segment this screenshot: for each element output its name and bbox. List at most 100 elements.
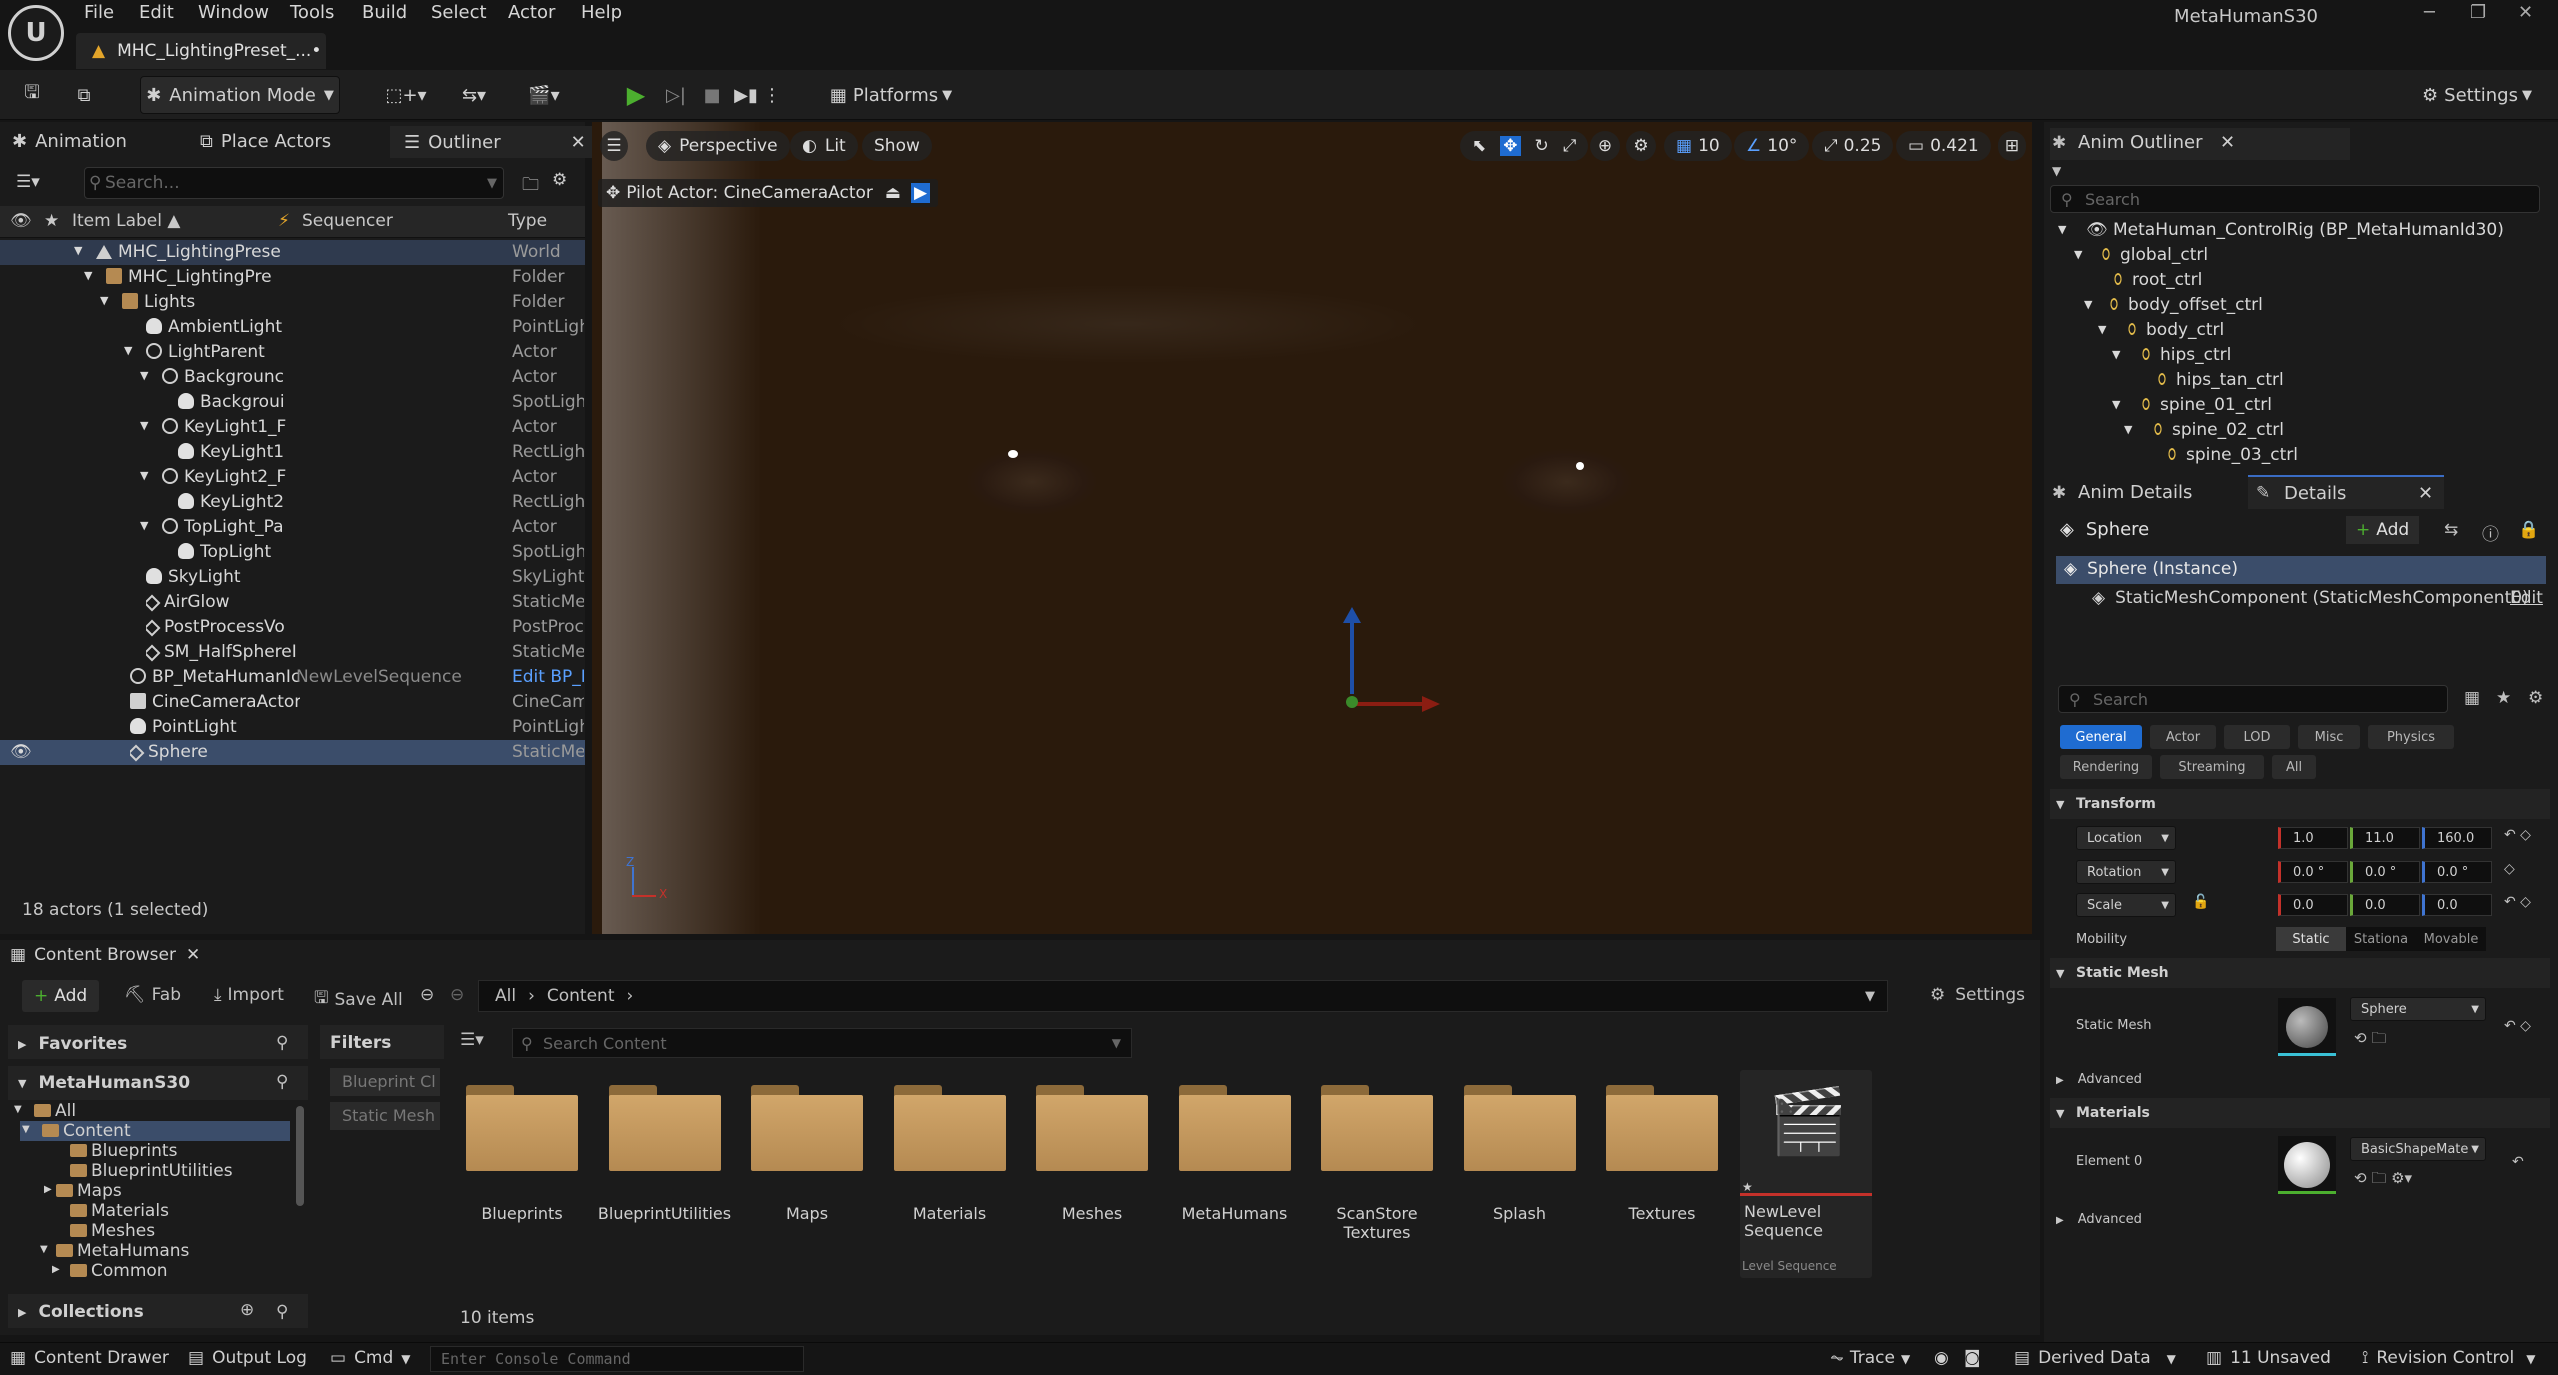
gizmo-z-axis[interactable]: [1350, 616, 1354, 694]
anim-outliner-row[interactable]: spine_01_ctrl: [2140, 395, 2272, 415]
asset-folder[interactable]: [1321, 1085, 1433, 1171]
outliner-row[interactable]: PostProcessVo PostProc: [0, 615, 585, 640]
static-mesh-section[interactable]: ▼ Static Mesh: [2050, 958, 2550, 988]
outliner-row[interactable]: ▼ MHC_LightingPrese World: [0, 240, 585, 265]
show-button[interactable]: Show: [862, 131, 932, 161]
edit-link[interactable]: Edit: [2510, 588, 2543, 608]
tab-outliner[interactable]: ☰ Outliner ✕: [390, 126, 600, 158]
expand-icon[interactable]: ▼: [100, 294, 108, 307]
menu-file[interactable]: File: [84, 2, 114, 23]
record-icon[interactable]: ◉: [1934, 1348, 1949, 1368]
transform-tools[interactable]: ⬉ ✥ ↻ ⤢: [1460, 131, 1589, 161]
anim-outliner-row[interactable]: spine_03_ctrl: [2166, 445, 2298, 465]
advanced-row-2[interactable]: ▶ Advanced: [2056, 1212, 2142, 1227]
cat-general[interactable]: General: [2060, 725, 2142, 749]
console-input[interactable]: Enter Console Command: [430, 1346, 804, 1372]
advanced-row[interactable]: ▶ Advanced: [2056, 1072, 2142, 1087]
add-content-icon[interactable]: ⬚+▾: [378, 76, 434, 114]
blueprint-icon[interactable]: ⇆: [2444, 520, 2458, 540]
gear-icon[interactable]: ⚙: [2528, 688, 2543, 708]
anim-outliner-row[interactable]: spine_02_ctrl: [2152, 420, 2284, 440]
lock-icon[interactable]: 🔓: [2192, 894, 2209, 910]
derived-data-dropdown[interactable]: ▤ Derived Data ▼: [2014, 1348, 2176, 1368]
expand-icon[interactable]: ▼: [140, 369, 148, 382]
add-component-button[interactable]: + Add: [2346, 516, 2420, 544]
rotate-icon[interactable]: ↻: [1535, 136, 1549, 156]
surface-snap-icon[interactable]: ⚙: [1626, 131, 1656, 161]
static-mesh-thumbnail[interactable]: [2278, 998, 2336, 1056]
expand-icon[interactable]: ▼: [14, 1104, 22, 1115]
anim-outliner-search[interactable]: ⚲ Search: [2050, 185, 2540, 213]
add-collection-icon[interactable]: ⊕: [240, 1300, 254, 1320]
rotation-y[interactable]: 0.0 °: [2350, 861, 2420, 883]
material-dropdown[interactable]: BasicShapeMate ▼: [2350, 1137, 2486, 1161]
scale-x[interactable]: 0.0: [2278, 894, 2348, 916]
more-icon[interactable]: ⋮: [762, 76, 782, 114]
tree-folder-row[interactable]: Maps: [56, 1181, 122, 1201]
viewport-menu-icon[interactable]: ☰: [600, 131, 628, 161]
expand-icon[interactable]: ▼: [84, 269, 92, 282]
scale-icon[interactable]: ⤢: [1563, 136, 1577, 156]
asset-folder[interactable]: [466, 1085, 578, 1171]
anim-outliner-row[interactable]: 👁 MetaHuman_ControlRig (BP_MetaHumanId30…: [2086, 220, 2504, 240]
asset-folder[interactable]: [751, 1085, 863, 1171]
search-icon[interactable]: ⚲: [276, 1033, 288, 1053]
forward-icon[interactable]: ⊖: [450, 985, 464, 1005]
tab-anim-details[interactable]: Anim Details: [2050, 478, 2250, 510]
mobility-static[interactable]: Static: [2276, 927, 2346, 951]
tab-details[interactable]: Details ✕: [2248, 475, 2444, 509]
component-row[interactable]: ◈ StaticMeshComponent (StaticMeshComponen…: [2092, 588, 2529, 608]
select-icon[interactable]: ⬉: [1472, 136, 1486, 156]
outliner-row[interactable]: ▼ KeyLight2_F Actor: [0, 465, 585, 490]
mobility-stationary[interactable]: Stationa: [2346, 927, 2416, 951]
gizmo-z-arrow[interactable]: [1343, 607, 1361, 623]
cat-misc[interactable]: Misc: [2298, 725, 2360, 749]
browse-icon[interactable]: ⧉: [66, 76, 102, 114]
collections-row[interactable]: ▶ Collections: [18, 1302, 144, 1322]
tab-place-actors[interactable]: ⧉ Place Actors: [200, 126, 331, 156]
gizmo-x-axis[interactable]: [1354, 702, 1424, 706]
blueprint-icon[interactable]: ⇆▾: [446, 76, 502, 114]
revision-control-button[interactable]: ⟟ Revision Control ▼: [2362, 1348, 2535, 1368]
outliner-row[interactable]: KeyLight1 RectLight: [0, 440, 585, 465]
layout-icon[interactable]: ⊞: [1998, 131, 2026, 161]
save-all-button[interactable]: 🖫 Save All: [314, 985, 403, 1014]
save-icon[interactable]: 🖫: [14, 76, 50, 114]
scale-dropdown[interactable]: Scale ▼: [2076, 893, 2176, 917]
menu-actor[interactable]: Actor: [508, 2, 555, 23]
import-button[interactable]: ⤓ Import: [214, 985, 284, 1005]
filter-blueprint-class[interactable]: Blueprint Cl: [330, 1068, 440, 1096]
close-icon[interactable]: ✕: [186, 945, 200, 965]
platforms-dropdown[interactable]: ▦ Platforms ▼: [826, 76, 956, 114]
gear-icon[interactable]: ⚙: [552, 170, 567, 190]
expand-icon[interactable]: ▶: [44, 1184, 52, 1195]
lit-button[interactable]: ◐ Lit: [790, 131, 858, 161]
reset-icon[interactable]: ↶ ◇: [2504, 1018, 2531, 1034]
angle-snap[interactable]: ∠ 10°: [1734, 131, 1810, 161]
star-icon[interactable]: ★: [2496, 688, 2511, 708]
back-icon[interactable]: ⊖: [420, 985, 434, 1005]
tree-scrollbar[interactable]: [296, 1106, 304, 1206]
menu-select[interactable]: Select: [431, 2, 487, 23]
expand-icon[interactable]: ▼: [124, 344, 132, 357]
settings-dropdown[interactable]: ⚙ Settings ▼: [2412, 76, 2542, 114]
unsaved-button[interactable]: ▥ 11 Unsaved: [2206, 1348, 2331, 1368]
mobility-selector[interactable]: Static Stationa Movable: [2276, 927, 2486, 951]
expand-icon[interactable]: ▼: [140, 469, 148, 482]
tree-folder-row[interactable]: Content: [42, 1121, 131, 1141]
content-browser-tab[interactable]: ▦ Content Browser ✕: [10, 945, 200, 965]
reset-icon[interactable]: ↶ ◇: [2504, 827, 2531, 843]
unreal-logo-icon[interactable]: U: [8, 5, 64, 61]
expand-icon[interactable]: ▼: [2112, 348, 2120, 361]
path-bar[interactable]: All › Content › ▼: [478, 980, 1888, 1012]
menu-build[interactable]: Build: [362, 2, 407, 23]
expand-icon[interactable]: ▼: [2058, 223, 2066, 236]
expand-icon[interactable]: ▼: [2112, 398, 2120, 411]
location-y[interactable]: 11.0: [2350, 827, 2420, 849]
materials-section[interactable]: ▼ Materials: [2050, 1098, 2550, 1128]
output-log-button[interactable]: ▤ Output Log: [188, 1348, 307, 1368]
scale-y[interactable]: 0.0: [2350, 894, 2420, 916]
outliner-row[interactable]: ▼ MHC_LightingPre Folder: [0, 265, 585, 290]
menu-edit[interactable]: Edit: [139, 2, 174, 23]
expand-icon[interactable]: ▼: [2084, 298, 2092, 311]
